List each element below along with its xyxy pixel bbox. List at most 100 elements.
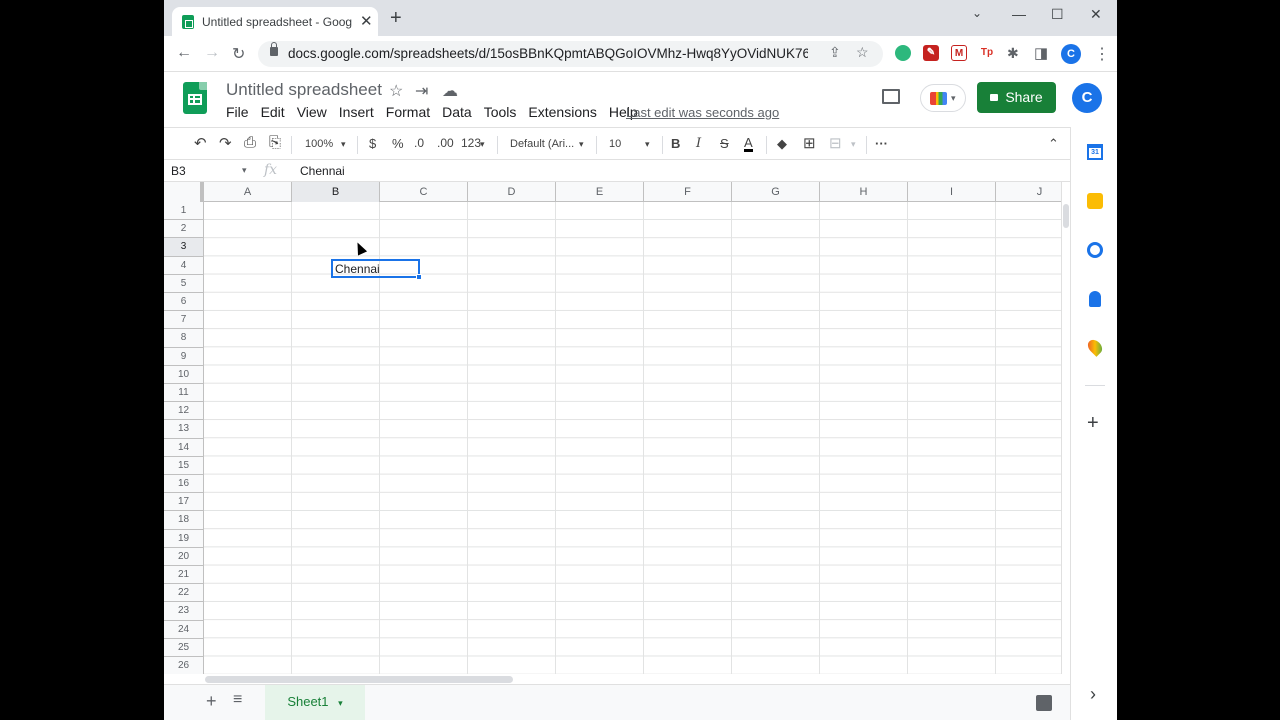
text-color-button[interactable]: A xyxy=(744,136,753,152)
merge-caret-icon[interactable]: ▾ xyxy=(851,139,856,150)
name-box-caret-icon[interactable]: ▾ xyxy=(242,165,247,176)
row-header[interactable]: 18 xyxy=(164,511,204,530)
row-header[interactable]: 16 xyxy=(164,475,204,494)
more-formats-button[interactable]: 123 xyxy=(461,136,481,150)
calendar-icon[interactable]: 31 xyxy=(1087,144,1103,160)
cell-area[interactable]: Chennai xyxy=(204,202,1061,674)
address-bar[interactable]: docs.google.com/spreadsheets/d/15osBBnKQ… xyxy=(258,41,883,67)
column-header[interactable]: E xyxy=(556,182,644,202)
undo-icon[interactable]: ↶ xyxy=(194,134,207,152)
tab-close-icon[interactable]: ✕ xyxy=(360,12,373,30)
back-icon[interactable]: ← xyxy=(176,44,192,62)
formula-input[interactable]: Chennai xyxy=(300,164,345,178)
row-header[interactable]: 22 xyxy=(164,584,204,603)
row-header[interactable]: 17 xyxy=(164,493,204,512)
share-page-icon[interactable]: ⇪ xyxy=(829,44,841,61)
row-header[interactable]: 21 xyxy=(164,566,204,585)
menu-tools[interactable]: Tools xyxy=(484,104,517,122)
user-avatar[interactable]: C xyxy=(1072,83,1102,113)
row-header[interactable]: 1 xyxy=(164,202,204,221)
side-panel-icon[interactable]: ◨ xyxy=(1034,44,1048,62)
star-icon[interactable]: ☆ xyxy=(389,81,403,101)
extensions-puzzle-icon[interactable]: ✱ xyxy=(1007,45,1019,62)
menu-format[interactable]: Format xyxy=(386,104,430,122)
grammarly-extension-icon[interactable] xyxy=(895,45,911,61)
explore-icon[interactable] xyxy=(1036,695,1052,711)
column-header[interactable]: A xyxy=(204,182,292,202)
column-header[interactable]: I xyxy=(908,182,996,202)
menu-edit[interactable]: Edit xyxy=(261,104,285,122)
minimize-icon[interactable]: — xyxy=(1012,6,1026,22)
row-header[interactable]: 11 xyxy=(164,384,204,403)
decrease-decimal-button[interactable]: .0 xyxy=(414,136,424,150)
tab-search-icon[interactable]: ⌄ xyxy=(972,6,982,20)
row-header[interactable]: 5 xyxy=(164,274,204,293)
lock-icon[interactable] xyxy=(270,42,278,56)
row-header[interactable]: 14 xyxy=(164,438,204,457)
more-formats-caret-icon[interactable]: ▾ xyxy=(480,139,485,150)
window-close-icon[interactable]: ✕ xyxy=(1090,6,1102,23)
tasks-icon[interactable] xyxy=(1087,242,1103,258)
paint-format-icon[interactable]: ⎘ xyxy=(269,134,281,151)
spreadsheet-grid[interactable]: A B C D E F G H I J 1 2 3 4 5 6 7 8 9 10 11 12 13 14 1… xyxy=(164,182,1061,674)
font-size-select[interactable]: 10 xyxy=(609,138,621,150)
tp-extension-icon[interactable]: Tp xyxy=(979,45,995,61)
vertical-scrollbar[interactable] xyxy=(1061,182,1070,674)
document-title[interactable]: Untitled spreadsheet xyxy=(226,80,382,100)
borders-icon[interactable]: ⊞ xyxy=(803,134,816,152)
row-header[interactable]: 4 xyxy=(164,256,204,275)
contacts-icon[interactable] xyxy=(1089,291,1101,307)
sheets-logo-icon[interactable] xyxy=(183,82,207,114)
menu-file[interactable]: File xyxy=(226,104,249,122)
forward-icon[interactable]: → xyxy=(204,44,220,62)
reload-icon[interactable]: ↻ xyxy=(232,44,245,64)
column-header[interactable]: C xyxy=(380,182,468,202)
zoom-caret-icon[interactable]: ▾ xyxy=(341,139,346,150)
menu-extensions[interactable]: Extensions xyxy=(528,104,596,122)
column-header[interactable]: J xyxy=(996,182,1061,202)
maps-icon[interactable] xyxy=(1085,337,1105,357)
font-caret-icon[interactable]: ▾ xyxy=(579,139,584,150)
row-header[interactable]: 8 xyxy=(164,329,204,348)
zoom-select[interactable]: 100% xyxy=(305,138,333,150)
browser-menu-icon[interactable]: ⋮ xyxy=(1094,44,1110,64)
get-addons-icon[interactable]: + xyxy=(1087,412,1099,435)
collapse-menus-icon[interactable]: ⌃ xyxy=(1048,136,1059,152)
maximize-icon[interactable]: ☐ xyxy=(1051,6,1064,23)
row-header[interactable]: 7 xyxy=(164,311,204,330)
add-sheet-icon[interactable]: + xyxy=(206,691,217,712)
column-header[interactable]: F xyxy=(644,182,732,202)
italic-button[interactable]: I xyxy=(696,136,701,151)
print-icon[interactable]: ⎙ xyxy=(244,134,256,151)
increase-decimal-button[interactable]: .00 xyxy=(437,136,454,150)
move-folder-icon[interactable]: ⇥ xyxy=(415,81,428,101)
row-header[interactable]: 15 xyxy=(164,456,204,475)
column-header[interactable]: D xyxy=(468,182,556,202)
column-header[interactable]: B xyxy=(292,182,380,202)
sheet-tab-sheet1[interactable]: Sheet1 ▾ xyxy=(265,685,365,720)
show-side-panel-icon[interactable]: › xyxy=(1090,684,1096,705)
row-header[interactable]: 3 xyxy=(164,238,204,257)
row-header[interactable]: 13 xyxy=(164,420,204,439)
horizontal-scrollbar[interactable] xyxy=(204,674,1061,684)
menu-view[interactable]: View xyxy=(297,104,327,122)
column-header[interactable]: H xyxy=(820,182,908,202)
select-all-corner[interactable] xyxy=(164,182,204,202)
row-header[interactable]: 6 xyxy=(164,293,204,312)
all-sheets-icon[interactable]: ≡ xyxy=(233,691,242,709)
menu-insert[interactable]: Insert xyxy=(339,104,374,122)
new-tab-icon[interactable]: + xyxy=(390,8,402,28)
row-header[interactable]: 20 xyxy=(164,547,204,566)
row-header[interactable]: 26 xyxy=(164,657,204,674)
row-header[interactable]: 19 xyxy=(164,529,204,548)
merge-cells-icon[interactable]: ⊟ xyxy=(829,134,842,152)
fill-handle[interactable] xyxy=(416,274,422,280)
share-button[interactable]: Share xyxy=(977,82,1056,113)
redo-icon[interactable]: ↷ xyxy=(219,134,232,152)
bold-button[interactable]: B xyxy=(671,136,680,151)
fill-color-icon[interactable]: ◆ xyxy=(777,136,787,152)
sheet-tab-caret-icon[interactable]: ▾ xyxy=(338,698,343,708)
row-header[interactable]: 23 xyxy=(164,602,204,621)
font-size-caret-icon[interactable]: ▾ xyxy=(645,139,650,150)
row-header[interactable]: 10 xyxy=(164,365,204,384)
